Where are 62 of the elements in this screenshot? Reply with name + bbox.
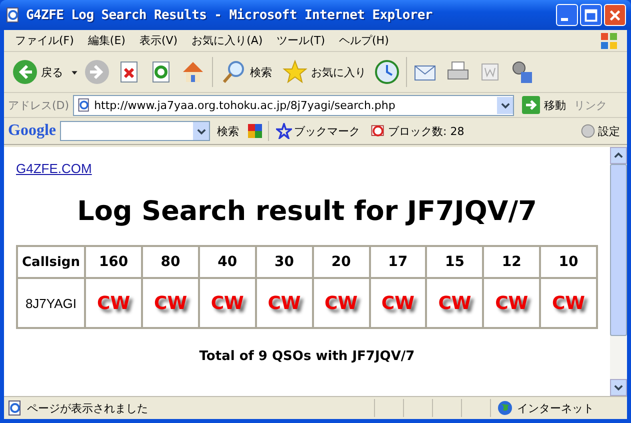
close-button[interactable] [604, 4, 626, 26]
page-icon [5, 7, 21, 23]
total-text: Total of 9 QSOs with JF7JQV/7 [198, 349, 416, 364]
status-message: ページが表示されました [27, 400, 149, 416]
menu-item[interactable]: 表示(V) [132, 33, 185, 48]
blocked-window-icon [370, 123, 386, 139]
column-header: 12 [483, 246, 540, 278]
mode-cell: CW [312, 278, 370, 328]
menu-item[interactable]: 編集(E) [80, 33, 132, 48]
mode-cell: CW [198, 278, 256, 328]
google-logo: Google [8, 122, 56, 140]
menu-item[interactable]: ファイル(F) [8, 33, 81, 48]
go-button[interactable]: 移動 [518, 96, 570, 114]
search-button[interactable]: 検索 [219, 59, 274, 85]
mode-cell: CW [84, 278, 142, 328]
mode-cell: CW [540, 278, 597, 328]
column-header: Callsign [17, 246, 85, 278]
minimize-icon [561, 18, 568, 21]
column-header: 17 [370, 246, 426, 278]
globe-icon [497, 400, 513, 416]
mode-cell: CW [256, 278, 313, 328]
mode-cell: CW [483, 278, 540, 328]
page-icon [77, 98, 92, 112]
popup-blocker-button[interactable]: ブロック数: 28 [367, 123, 468, 139]
page-icon [7, 400, 23, 416]
search-icon [221, 59, 247, 85]
settings-button[interactable]: 設定 [577, 123, 623, 139]
favorites-button[interactable]: お気に入り [280, 59, 368, 85]
site-link[interactable]: G4ZFE.COM [16, 161, 92, 176]
star-icon [276, 123, 292, 139]
window-title: G4ZFE Log Search Results - Microsoft Internet Explorer [26, 8, 432, 22]
address-field[interactable]: http://www.ja7yaa.org.tohoku.ac.jp/8j7yagi/search.php [73, 94, 514, 116]
callsign-cell: 8J7YAGI [17, 278, 85, 328]
column-header: 80 [142, 246, 199, 278]
minimize-button[interactable] [556, 4, 578, 26]
menu-item[interactable]: ツール(T) [270, 33, 332, 48]
windows-flag-icon [599, 30, 619, 50]
search-field[interactable] [60, 121, 210, 141]
column-header: 30 [256, 246, 313, 278]
vertical-scrollbar[interactable] [610, 147, 627, 396]
column-header: 20 [312, 246, 370, 278]
mode-cell: CW [426, 278, 484, 328]
page-heading: Log Search result for JF7JQV/7 [76, 196, 538, 227]
mode-cell: CW [142, 278, 199, 328]
maximize-button[interactable] [580, 4, 602, 26]
menu-item[interactable]: お気に入り(A) [184, 33, 270, 48]
history-icon[interactable] [374, 59, 400, 85]
cube-icon[interactable] [246, 122, 264, 140]
dropdown-arrow-icon[interactable] [71, 68, 78, 76]
column-header: 10 [540, 246, 597, 278]
menu-item[interactable]: ヘルプ(H) [332, 33, 396, 48]
star-icon [282, 59, 308, 85]
search-button[interactable]: 検索 [214, 124, 242, 138]
mode-cell: CW [370, 278, 426, 328]
column-header: 160 [84, 246, 142, 278]
back-button[interactable]: 戻る [10, 59, 65, 85]
zone-label: インターネット [517, 400, 594, 416]
column-header: 40 [198, 246, 256, 278]
column-header: 15 [426, 246, 484, 278]
circle-icon [580, 123, 596, 139]
address-label: アドレス(D) [8, 98, 70, 112]
bookmarks-button[interactable]: ブックマーク [273, 123, 363, 139]
